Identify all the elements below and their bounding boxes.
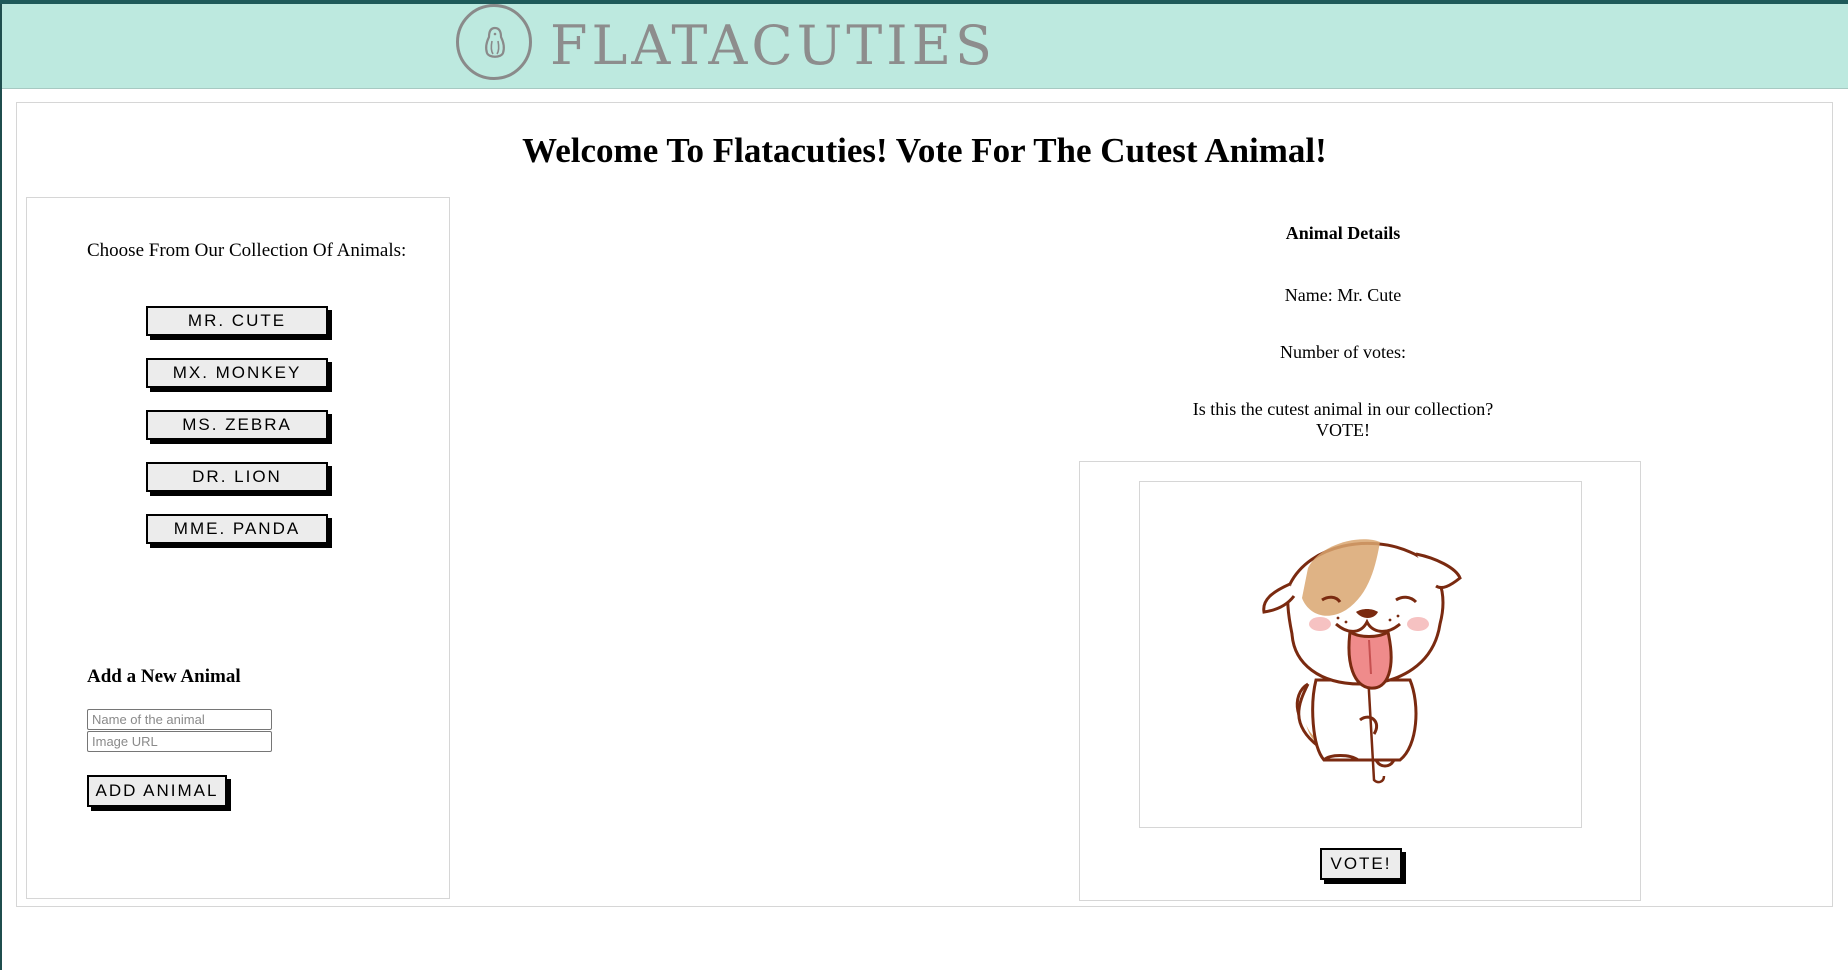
logo-badge	[456, 4, 532, 80]
puppy-illustration	[1262, 539, 1462, 784]
animal-card: VOTE!	[1079, 461, 1641, 901]
image-url-input[interactable]	[87, 731, 272, 752]
brand-name: FLATACUTIES	[550, 14, 997, 77]
page-title: Welcome To Flatacuties! Vote For The Cut…	[522, 131, 1327, 170]
site-header: FLATACUTIES	[2, 4, 1848, 89]
animal-name-text: Name: Mr. Cute	[1284, 285, 1402, 305]
animal-details-panel: Animal Details Name: Mr. Cute Number of …	[1062, 197, 1641, 901]
animal-button-ms-zebra[interactable]: MS. ZEBRA	[146, 410, 328, 440]
animal-button-mr-cute[interactable]: MR. CUTE	[146, 306, 328, 336]
add-animal-heading: Add a New Animal	[87, 666, 241, 687]
window-left-edge	[0, 0, 2, 970]
vote-prompt: Is this the cutest animal in our collect…	[1062, 399, 1624, 441]
animal-list: MR. CUTE MX. MONKEY MS. ZEBRA DR. LION M…	[146, 306, 328, 566]
vote-button[interactable]: VOTE!	[1320, 848, 1402, 880]
add-animal-button[interactable]: ADD ANIMAL	[87, 775, 227, 807]
main-container: Welcome To Flatacuties! Vote For The Cut…	[16, 102, 1833, 907]
details-title: Animal Details	[1285, 223, 1401, 243]
penguin-icon	[485, 26, 505, 58]
animal-collection-panel: Choose From Our Collection Of Animals: M…	[26, 197, 450, 899]
animal-image	[1139, 481, 1582, 828]
collection-label: Choose From Our Collection Of Animals:	[87, 240, 407, 261]
vote-prompt-question: Is this the cutest animal in our collect…	[1192, 399, 1494, 419]
animal-button-mme-panda[interactable]: MME. PANDA	[146, 514, 328, 544]
animal-name-input[interactable]	[87, 709, 272, 730]
animal-button-mx-monkey[interactable]: MX. MONKEY	[146, 358, 328, 388]
vote-prompt-cta: VOTE!	[1316, 420, 1370, 440]
animal-button-dr-lion[interactable]: DR. LION	[146, 462, 328, 492]
vote-count-text: Number of votes:	[1280, 342, 1406, 362]
